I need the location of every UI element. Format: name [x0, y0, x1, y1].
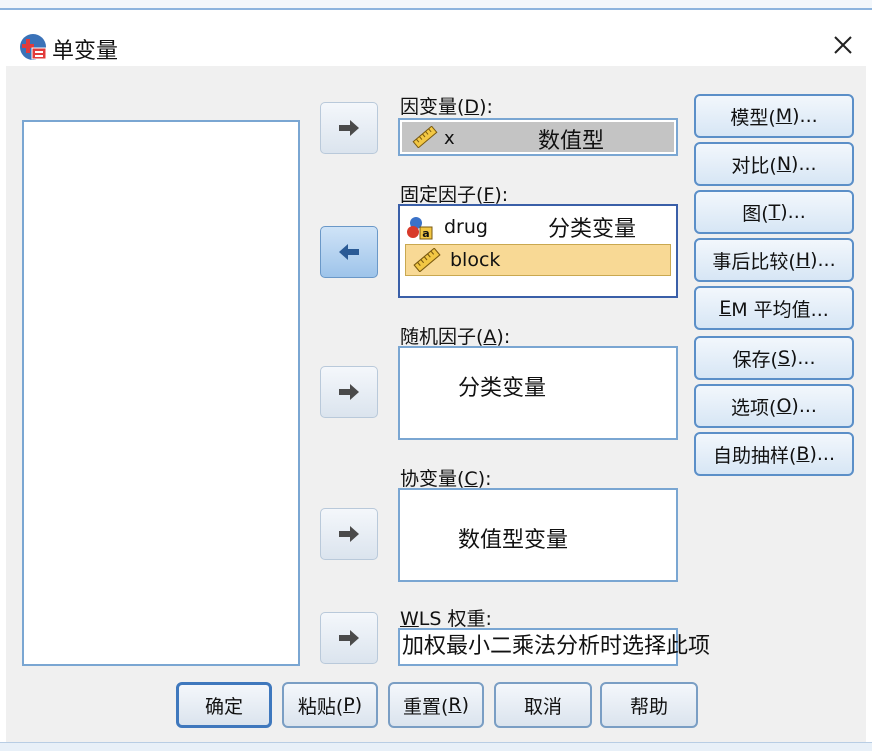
ok-button-text: 确定: [204, 695, 243, 718]
spss-app-icon: [20, 34, 47, 60]
right-arrow-icon: [339, 120, 359, 136]
reset-button-key: R: [448, 694, 462, 716]
list-item-drug[interactable]: a drug 分类变量: [406, 212, 674, 242]
move-fixed-factor-button[interactable]: [320, 226, 378, 278]
options-button-end: )...: [791, 395, 817, 417]
wls-label-rest: LS 权重:: [418, 608, 492, 630]
save-button-key: S: [777, 347, 790, 369]
em-means-button[interactable]: EM 平均值...: [694, 286, 854, 330]
random-note: 分类变量: [458, 376, 547, 401]
save-button[interactable]: 保存(S)...: [694, 336, 854, 380]
svg-text:a: a: [422, 227, 429, 240]
scale-ruler-icon: [413, 248, 441, 272]
fixed-label-text: 固定因子(: [400, 184, 484, 206]
top-edge: [0, 0, 872, 10]
post-hoc-button-end: )...: [810, 249, 836, 271]
dependent-var-name: x: [444, 128, 455, 149]
dependent-label-end: ):: [479, 96, 493, 118]
dependent-label: 因变量(D):: [400, 92, 493, 119]
options-button-key: O: [776, 395, 792, 417]
options-button[interactable]: 选项(O)...: [694, 384, 854, 428]
dependent-label-key: D: [464, 96, 480, 118]
em-means-button-key: E: [719, 297, 732, 319]
cancel-button[interactable]: 取消: [494, 682, 592, 728]
ok-button[interactable]: 确定: [176, 682, 272, 728]
model-button[interactable]: 模型(M)...: [694, 94, 854, 138]
right-arrow-icon: [339, 630, 359, 646]
random-factor-label: 随机因子(A):: [400, 322, 510, 349]
model-button-text: 模型(: [730, 106, 776, 129]
fixed-label-key: F: [483, 184, 495, 206]
random-factor-list[interactable]: 分类变量: [398, 346, 678, 440]
covariate-label-text: 协变量(: [400, 468, 465, 490]
contrasts-button-key: N: [776, 153, 792, 175]
close-button[interactable]: [826, 28, 860, 62]
reset-button-end: ): [461, 694, 470, 716]
bootstrap-button-text: 自助抽样(: [713, 444, 797, 467]
move-to-random-button[interactable]: [320, 366, 378, 418]
paste-button-key: P: [343, 694, 355, 716]
dependent-label-text: 因变量(: [400, 96, 465, 118]
model-button-end: )...: [792, 105, 818, 127]
plots-button[interactable]: 图(T)...: [694, 190, 854, 234]
wls-label-key: W: [400, 608, 419, 630]
covariate-label-key: C: [464, 468, 478, 490]
covariate-label: 协变量(C):: [400, 464, 492, 491]
fixed-item-drug-note: 分类变量: [548, 217, 637, 242]
fixed-item-drug-name: drug: [444, 216, 488, 238]
help-button-text: 帮助: [629, 695, 668, 718]
fixed-factor-list[interactable]: a drug 分类变量 block: [398, 204, 678, 298]
post-hoc-button[interactable]: 事后比较(H)...: [694, 238, 854, 282]
right-arrow-icon: [339, 384, 359, 400]
covariate-list[interactable]: 数值型变量: [398, 488, 678, 582]
save-button-end: )...: [789, 347, 816, 369]
scale-ruler-icon: [412, 126, 438, 148]
contrasts-button-end: )...: [791, 153, 817, 175]
contrasts-button[interactable]: 对比(N)...: [694, 142, 854, 186]
cancel-button-text: 取消: [523, 695, 562, 718]
fixed-factor-label: 固定因子(F):: [400, 180, 508, 207]
wls-note: 加权最小二乘法分析时选择此项: [402, 634, 711, 659]
help-button[interactable]: 帮助: [600, 682, 698, 728]
post-hoc-button-text: 事后比较(: [712, 250, 796, 273]
reset-button-text: 重置(: [402, 695, 449, 718]
bootstrap-button-end: )...: [809, 443, 835, 465]
move-to-covariate-button[interactable]: [320, 508, 378, 560]
model-button-key: M: [775, 105, 793, 127]
random-label-key: A: [483, 326, 497, 348]
post-hoc-button-key: H: [795, 249, 811, 271]
paste-button-text: 粘贴(: [297, 695, 344, 718]
right-arrow-icon: [339, 526, 359, 542]
source-variable-list[interactable]: [22, 120, 300, 666]
wls-weight-label: WLS 权重:: [400, 604, 492, 631]
options-button-text: 选项(: [731, 396, 777, 419]
window-title: 单变量: [52, 39, 119, 64]
reset-button[interactable]: 重置(R): [388, 682, 484, 728]
fixed-item-block-name: block: [450, 249, 501, 271]
title-bar: 单变量: [0, 10, 872, 66]
covariate-label-end: ):: [477, 468, 492, 490]
covariate-note: 数值型变量: [458, 528, 569, 553]
bootstrap-button[interactable]: 自助抽样(B)...: [694, 432, 854, 476]
plots-button-end: )...: [780, 201, 806, 223]
save-button-text: 保存(: [732, 348, 778, 371]
random-label-text: 随机因子(: [400, 326, 484, 348]
move-to-wls-button[interactable]: [320, 612, 378, 664]
plots-button-text: 图(: [742, 202, 769, 225]
fixed-label-end: ):: [494, 184, 509, 206]
contrasts-button-text: 对比(: [731, 154, 777, 177]
nominal-variable-icon: a: [407, 217, 433, 240]
move-to-dependent-button[interactable]: [320, 102, 378, 154]
close-icon: [834, 36, 852, 54]
random-label-end: ):: [496, 326, 511, 348]
left-arrow-icon: [339, 244, 359, 260]
paste-button[interactable]: 粘贴(P): [282, 682, 378, 728]
bootstrap-button-key: B: [796, 443, 810, 465]
em-means-button-end: M 平均值...: [731, 298, 829, 321]
dependent-field[interactable]: x 数值型: [398, 118, 678, 156]
dependent-note: 数值型: [538, 129, 605, 154]
plots-button-key: T: [768, 201, 781, 223]
list-item-block[interactable]: block: [405, 244, 671, 276]
paste-button-end: ): [354, 694, 363, 716]
